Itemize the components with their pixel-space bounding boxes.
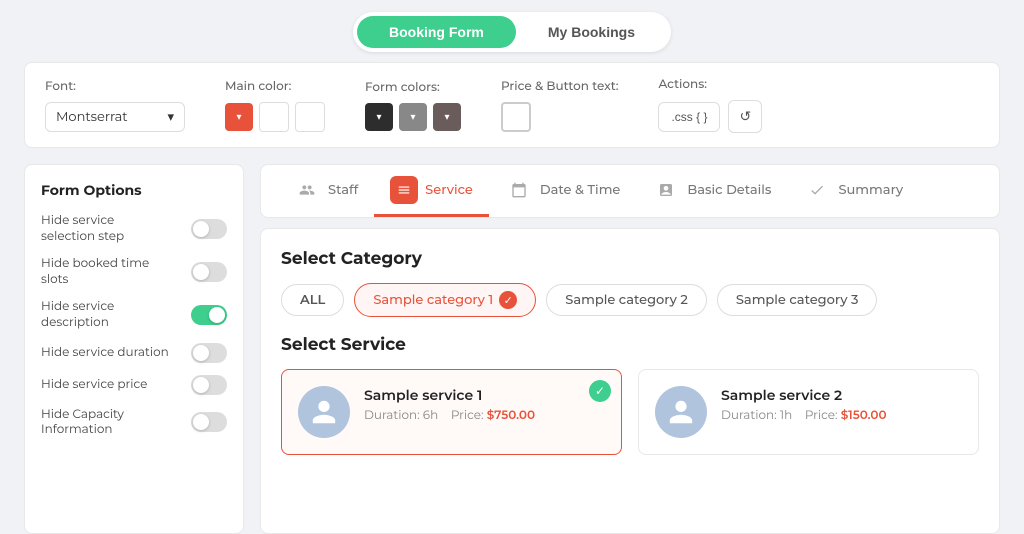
actions-buttons: .css { } ↺ <box>658 100 762 133</box>
toggle-1[interactable] <box>191 262 227 282</box>
step-staff-label: Staff <box>328 182 358 198</box>
main-color-dropdown-icon[interactable]: ▾ <box>225 103 253 131</box>
toggle-0[interactable] <box>191 219 227 239</box>
service-avatar-1 <box>298 386 350 438</box>
price-button-swatches <box>501 102 618 132</box>
actions-label: Actions: <box>658 77 762 92</box>
price-button-group: Price & Button text: <box>501 79 618 132</box>
sidebar-option-label-5: Hide Capacity Information <box>41 407 171 438</box>
basicdetails-icon <box>652 176 680 204</box>
step-service[interactable]: Service <box>374 165 489 217</box>
sidebar-option-label-3: Hide service duration <box>41 345 169 361</box>
service-meta-2: Duration: 1h Price: $150.00 <box>721 408 962 423</box>
staff-icon <box>293 176 321 204</box>
service-name-1: Sample service 1 <box>364 386 605 404</box>
service-duration-2: Duration: 1h <box>721 408 792 423</box>
actions-group: Actions: .css { } ↺ <box>658 77 762 133</box>
service-avatar-2 <box>655 386 707 438</box>
main-color-label: Main color: <box>225 79 325 94</box>
steps-nav: Staff Service Date & Time Basic Details <box>260 164 1000 218</box>
main-color-swatch-white[interactable] <box>259 102 289 132</box>
step-service-label: Service <box>425 182 473 198</box>
sidebar-option-hide-service-duration: Hide service duration <box>41 343 227 363</box>
sidebar-option-label-4: Hide service price <box>41 377 147 393</box>
form-color-dropdown2[interactable]: ▾ <box>399 103 427 131</box>
services-row: Sample service 1 Duration: 6h Price: $75… <box>281 369 979 455</box>
sidebar-option-label-2: Hide service description <box>41 299 171 330</box>
sidebar: Form Options Hide service selection step… <box>24 164 244 534</box>
toggle-5[interactable] <box>191 412 227 432</box>
main-color-swatch-white2[interactable] <box>295 102 325 132</box>
font-group: Font: Montserrat ▾ <box>45 79 185 132</box>
toggle-3[interactable] <box>191 343 227 363</box>
sidebar-option-hide-capacity: Hide Capacity Information <box>41 407 227 438</box>
form-content: Select Category ALL Sample category 1 Sa… <box>260 228 1000 534</box>
step-basicdetails-label: Basic Details <box>687 182 771 198</box>
sidebar-title: Form Options <box>41 181 227 199</box>
form-color-dropdown1[interactable]: ▾ <box>365 103 393 131</box>
font-select[interactable]: Montserrat ▾ <box>45 102 185 132</box>
step-basic-details[interactable]: Basic Details <box>636 165 787 217</box>
sidebar-option-hide-service-price: Hide service price <box>41 375 227 395</box>
select-service-title: Select Service <box>281 335 979 355</box>
font-label: Font: <box>45 79 185 94</box>
service-price-2: $150.00 <box>841 408 887 423</box>
refresh-button[interactable]: ↺ <box>728 100 762 133</box>
toggle-4[interactable] <box>191 375 227 395</box>
main-color-group: Main color: ▾ <box>225 79 325 132</box>
sidebar-option-hide-service-selection: Hide service selection step <box>41 213 227 244</box>
font-chevron-icon: ▾ <box>167 109 174 125</box>
category-pill-1[interactable]: Sample category 1 <box>354 283 536 317</box>
step-summary-label: Summary <box>838 182 903 198</box>
select-category-title: Select Category <box>281 249 979 269</box>
service-icon <box>390 176 418 204</box>
step-summary[interactable]: Summary <box>787 165 919 217</box>
service-price-label-2: Price: <box>805 408 838 423</box>
service-meta-1: Duration: 6h Price: $750.00 <box>364 408 605 423</box>
sidebar-option-label-0: Hide service selection step <box>41 213 171 244</box>
service-price-label-1: Price: <box>451 408 484 423</box>
sidebar-option-label-1: Hide booked time slots <box>41 256 171 287</box>
price-color-swatch[interactable] <box>501 102 531 132</box>
category-all[interactable]: ALL <box>281 284 344 316</box>
tab-my-bookings[interactable]: My Bookings <box>516 16 667 48</box>
step-date-time[interactable]: Date & Time <box>489 165 636 217</box>
category-pill-3[interactable]: Sample category 3 <box>717 284 878 316</box>
top-nav: Booking Form My Bookings <box>0 0 1024 62</box>
form-colors-label: Form colors: <box>365 80 461 95</box>
toggle-2[interactable] <box>191 305 227 325</box>
service-card-2[interactable]: Sample service 2 Duration: 1h Price: $15… <box>638 369 979 455</box>
datetime-icon <box>505 176 533 204</box>
service-card-1[interactable]: Sample service 1 Duration: 6h Price: $75… <box>281 369 622 455</box>
form-colors-group: Form colors: ▾ ▾ ▾ <box>365 80 461 131</box>
css-button[interactable]: .css { } <box>658 102 720 132</box>
font-value: Montserrat <box>56 109 128 125</box>
nav-tabs: Booking Form My Bookings <box>353 12 671 52</box>
category-row: ALL Sample category 1 Sample category 2 … <box>281 283 979 317</box>
service-price-1: $750.00 <box>487 408 535 423</box>
service-info-2: Sample service 2 Duration: 1h Price: $15… <box>721 386 962 423</box>
toolbar: Font: Montserrat ▾ Main color: ▾ Form co… <box>24 62 1000 148</box>
category-pill-2[interactable]: Sample category 2 <box>546 284 707 316</box>
main-color-swatches: ▾ <box>225 102 325 132</box>
summary-icon <box>803 176 831 204</box>
service-info-1: Sample service 1 Duration: 6h Price: $75… <box>364 386 605 423</box>
main-layout: Form Options Hide service selection step… <box>0 164 1024 534</box>
tab-booking-form[interactable]: Booking Form <box>357 16 516 48</box>
sidebar-option-hide-service-desc: Hide service description <box>41 299 227 330</box>
price-button-label: Price & Button text: <box>501 79 618 94</box>
form-color-swatches: ▾ ▾ ▾ <box>365 103 461 131</box>
step-datetime-label: Date & Time <box>540 182 620 198</box>
sidebar-option-hide-booked-time: Hide booked time slots <box>41 256 227 287</box>
service-duration-1: Duration: 6h <box>364 408 438 423</box>
service-name-2: Sample service 2 <box>721 386 962 404</box>
step-staff[interactable]: Staff <box>277 165 374 217</box>
service-check-badge-1: ✓ <box>589 380 611 402</box>
content-area: Staff Service Date & Time Basic Details <box>260 164 1000 534</box>
form-color-dropdown3[interactable]: ▾ <box>433 103 461 131</box>
